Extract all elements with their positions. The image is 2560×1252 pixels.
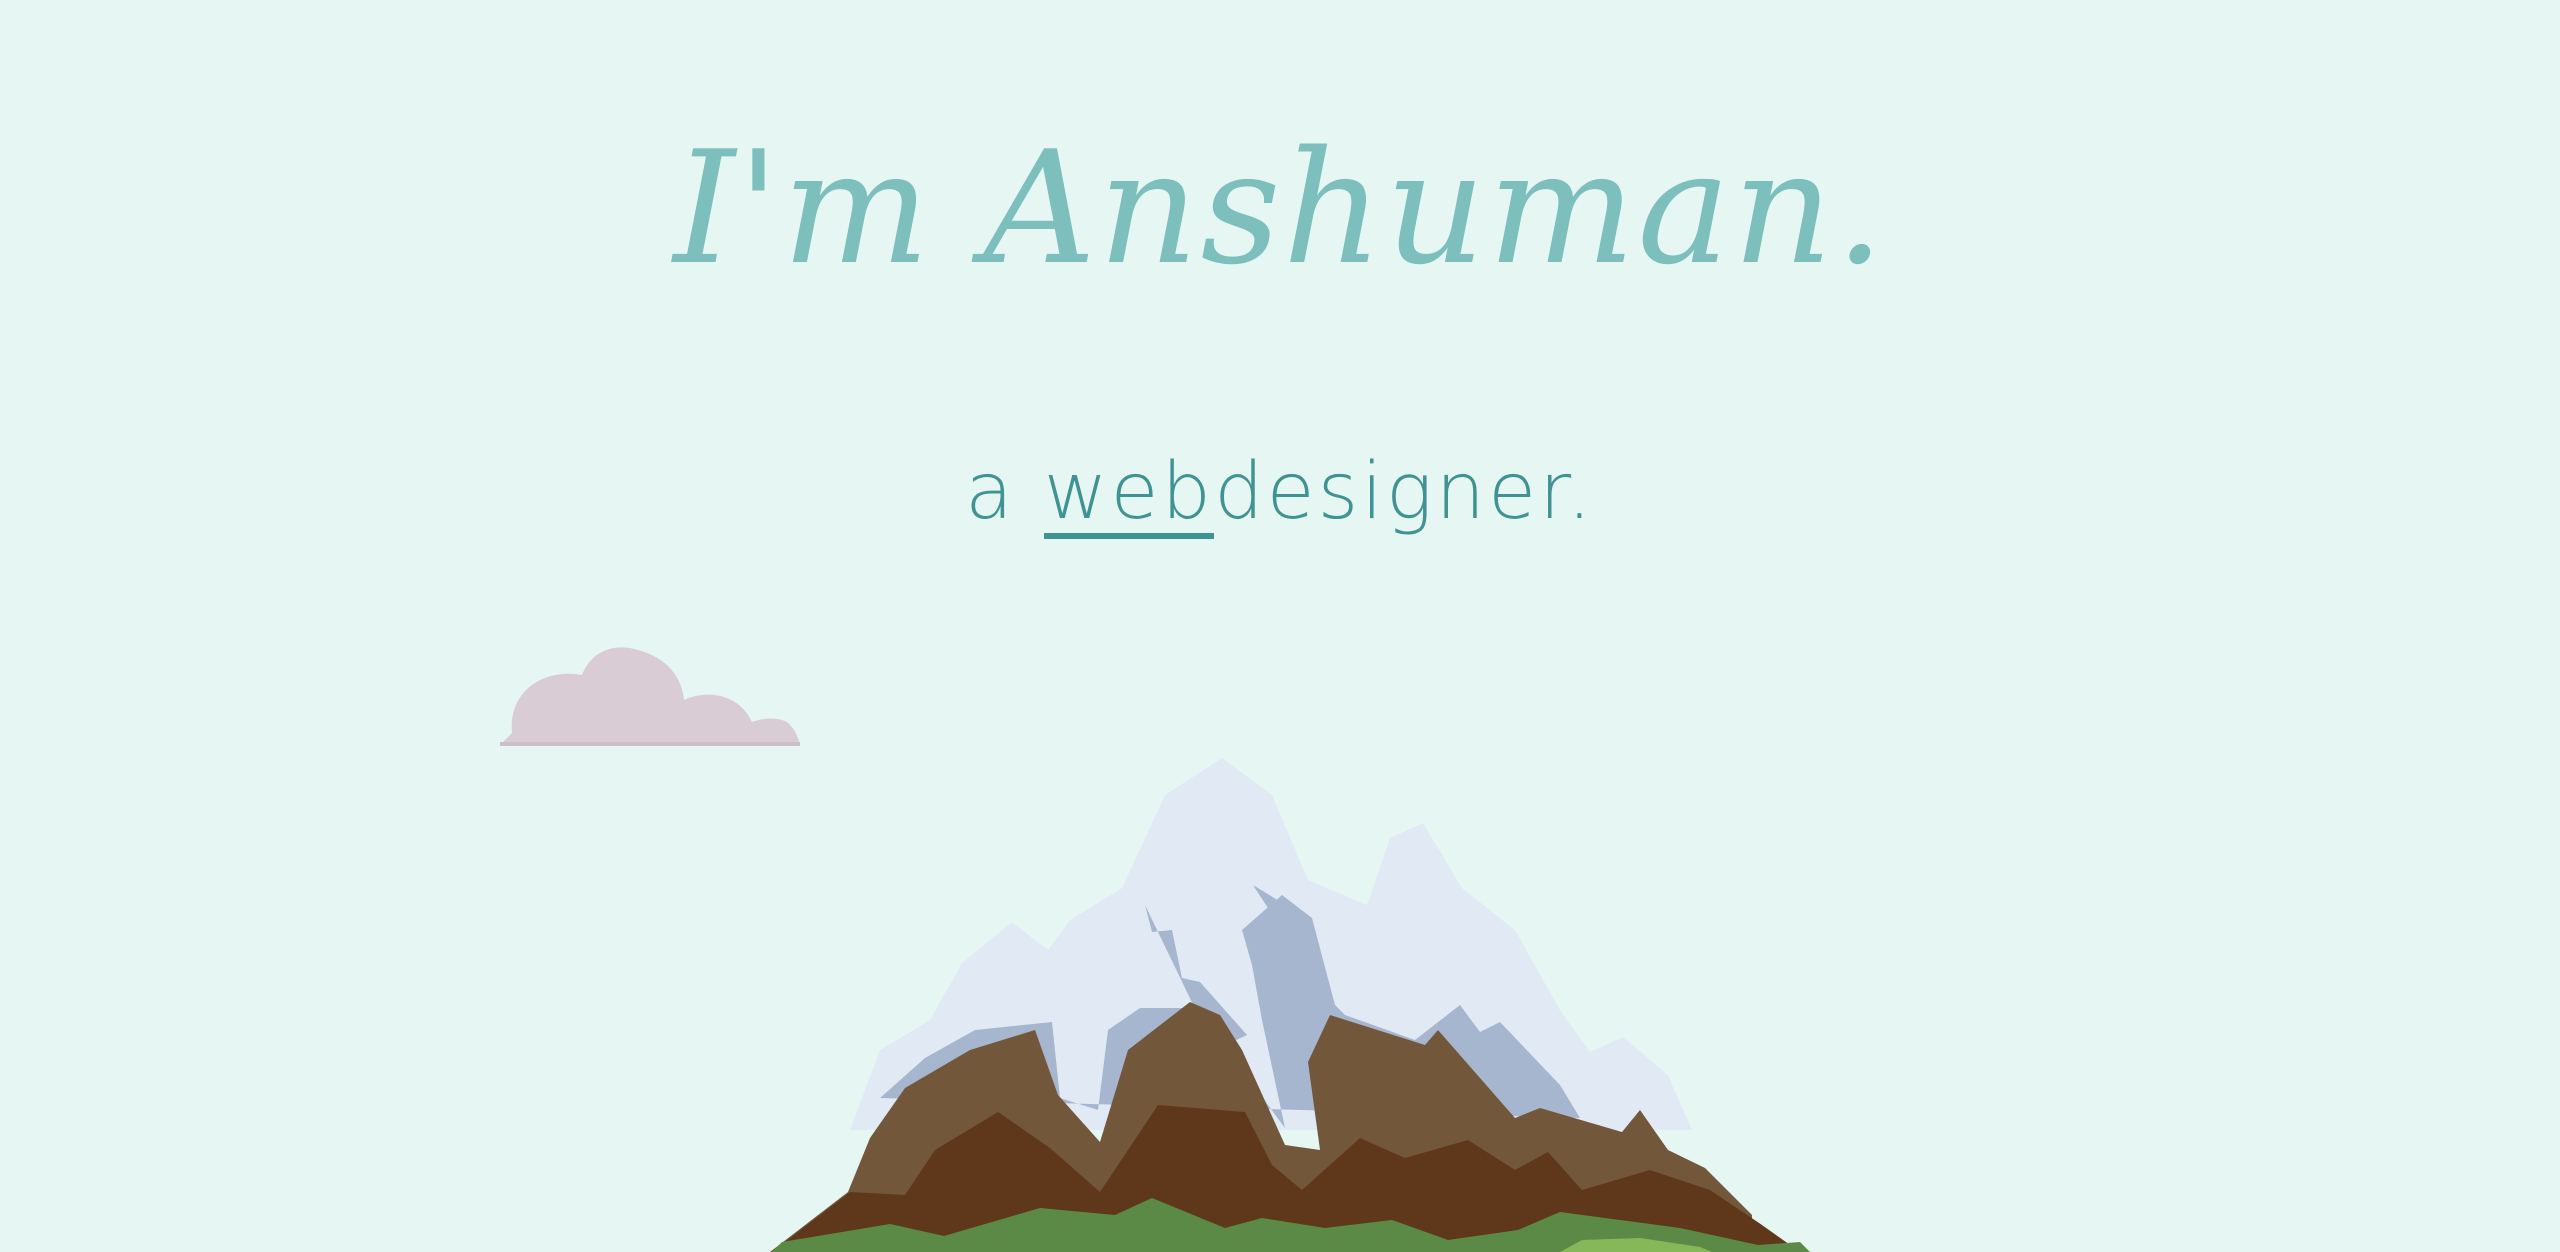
tagline-prefix: a — [965, 447, 1044, 537]
tagline-typed-word: web — [1043, 447, 1215, 539]
hero-title: I'm Anshuman. — [673, 117, 1887, 299]
mountain-illustration — [770, 758, 1810, 1252]
tagline: a webdesigner. — [0, 442, 2560, 542]
cloud-icon — [500, 647, 800, 746]
tagline-rest: designer. — [1214, 447, 1595, 537]
